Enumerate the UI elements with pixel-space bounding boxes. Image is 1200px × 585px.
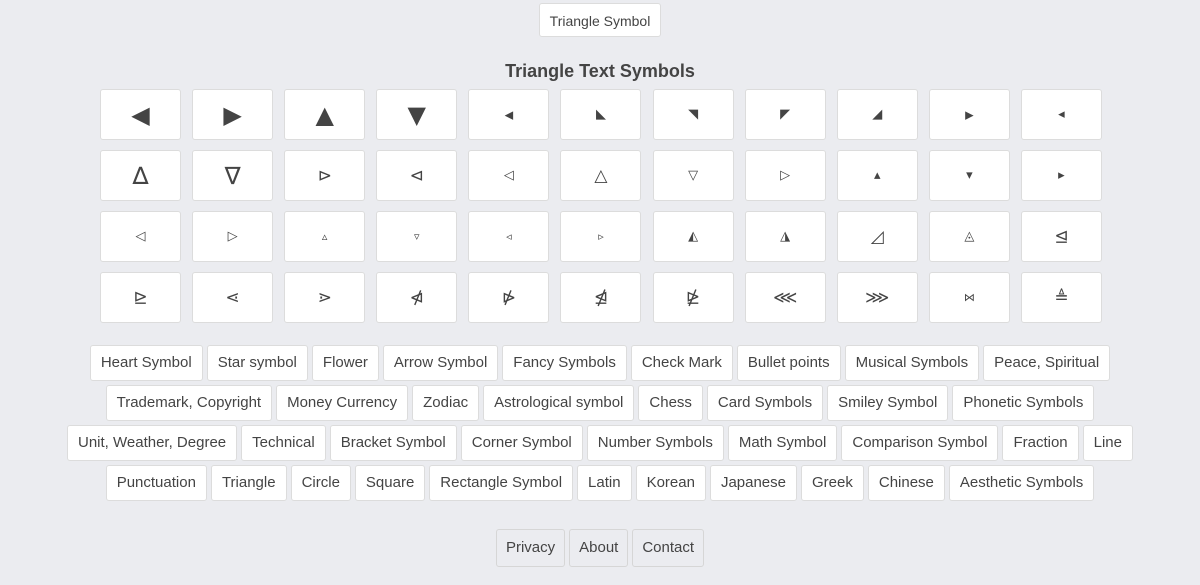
top-bar: Triangle Symbol xyxy=(0,0,1200,37)
symbol-button[interactable]: ▸ xyxy=(928,89,1010,140)
category-link[interactable]: Bracket Symbol xyxy=(329,425,457,461)
category-link[interactable]: Greek xyxy=(801,465,864,501)
category-link[interactable]: Phonetic Symbols xyxy=(952,385,1095,421)
category-tags: Heart Symbol Star symbol Flower Arrow Symbo… xyxy=(50,345,1150,501)
category-link[interactable]: Check Mark xyxy=(630,345,733,381)
category-link[interactable]: Chess xyxy=(638,385,703,421)
symbol-button[interactable]: ≜ xyxy=(1020,272,1102,323)
symbol-button[interactable]: ⊵ xyxy=(100,272,181,323)
symbol-button[interactable]: ⊴ xyxy=(1020,211,1102,262)
triangle-symbol-button[interactable]: Triangle Symbol xyxy=(538,3,662,37)
symbol-button[interactable]: ⋈ xyxy=(928,272,1010,323)
symbol-button[interactable]: ▵ xyxy=(284,211,366,262)
category-link[interactable]: Star symbol xyxy=(206,345,308,381)
category-link[interactable]: Fraction xyxy=(1002,425,1079,461)
category-link[interactable]: Triangle xyxy=(210,465,287,501)
symbol-button[interactable]: ⋗ xyxy=(284,272,366,323)
category-link[interactable]: Japanese xyxy=(709,465,797,501)
category-link[interactable]: Musical Symbols xyxy=(844,345,980,381)
category-link[interactable]: Punctuation xyxy=(105,465,207,501)
symbol-button[interactable]: ▽ xyxy=(652,150,734,201)
symbol-button[interactable]: ▾ xyxy=(928,150,1010,201)
symbol-button[interactable]: ◬ xyxy=(928,211,1010,262)
category-link[interactable]: Heart Symbol xyxy=(89,345,203,381)
symbol-button[interactable]: ◀ xyxy=(100,89,181,140)
category-link[interactable]: Money Currency xyxy=(276,385,409,421)
symbol-button[interactable]: ▹ xyxy=(560,211,642,262)
category-link[interactable]: Bullet points xyxy=(736,345,841,381)
symbol-button[interactable]: ◃ xyxy=(468,211,550,262)
symbol-button[interactable]: ⋪ xyxy=(376,272,458,323)
footer-links: Privacy About Contact xyxy=(0,529,1200,567)
category-link[interactable]: Line xyxy=(1082,425,1133,461)
category-link[interactable]: Zodiac xyxy=(412,385,480,421)
footer-link-about[interactable]: About xyxy=(569,529,629,567)
category-link[interactable]: Aesthetic Symbols xyxy=(948,465,1095,501)
symbol-button[interactable]: ◂ xyxy=(468,89,550,140)
symbol-button[interactable]: ▸ xyxy=(1020,150,1102,201)
category-link[interactable]: Math Symbol xyxy=(727,425,838,461)
symbol-button[interactable]: ▷ xyxy=(192,211,274,262)
tag-row: Unit, Weather, Degree Technical Bracket Sy… xyxy=(50,425,1150,461)
tag-row: Punctuation Triangle Circle Square Rectangle… xyxy=(50,465,1150,501)
symbol-button[interactable]: ▴ xyxy=(836,150,918,201)
symbol-button[interactable]: ⋬ xyxy=(560,272,642,323)
page-title: Triangle Text Symbols xyxy=(505,61,695,81)
category-link[interactable]: Technical xyxy=(241,425,326,461)
category-link[interactable]: Korean xyxy=(635,465,706,501)
symbol-button[interactable]: ▿ xyxy=(376,211,458,262)
category-link[interactable]: Astrological symbol xyxy=(483,385,635,421)
symbol-button[interactable]: ⋫ xyxy=(468,272,550,323)
symbol-button[interactable]: ◂ xyxy=(1020,89,1102,140)
category-link[interactable]: Corner Symbol xyxy=(460,425,583,461)
symbol-button[interactable]: ◢ xyxy=(836,89,918,140)
symbol-button[interactable]: ◣ xyxy=(560,89,642,140)
category-link[interactable]: Square xyxy=(354,465,426,501)
category-link[interactable]: Smiley Symbol xyxy=(827,385,949,421)
symbol-button[interactable]: ◁ xyxy=(468,150,550,201)
category-link[interactable]: Circle xyxy=(290,465,351,501)
symbol-button[interactable]: ⋖ xyxy=(192,272,274,323)
symbol-button[interactable]: ⊳ xyxy=(284,150,366,201)
category-link[interactable]: Chinese xyxy=(867,465,945,501)
symbol-button[interactable]: ▼ xyxy=(376,89,458,140)
tag-row: Heart Symbol Star symbol Flower Arrow Symbo… xyxy=(50,345,1150,381)
category-link[interactable]: Unit, Weather, Degree xyxy=(67,425,238,461)
tag-row: Trademark, Copyright Money Currency Zodiac… xyxy=(50,385,1150,421)
symbol-button[interactable]: ⊲ xyxy=(376,150,458,201)
symbol-button[interactable]: ▶ xyxy=(192,89,274,140)
symbol-button[interactable]: ∇ xyxy=(192,150,274,201)
symbol-button[interactable]: ◮ xyxy=(744,211,826,262)
symbol-button[interactable]: ◁ xyxy=(100,211,181,262)
symbol-button[interactable]: ◿ xyxy=(836,211,918,262)
symbol-button[interactable]: ⋘ xyxy=(744,272,826,323)
symbol-button[interactable]: ◥ xyxy=(652,89,734,140)
category-link[interactable]: Card Symbols xyxy=(706,385,824,421)
symbol-button[interactable]: ∆ xyxy=(100,150,181,201)
category-link[interactable]: Latin xyxy=(577,465,632,501)
category-link[interactable]: Comparison Symbol xyxy=(841,425,999,461)
category-link[interactable]: Peace, Spiritual xyxy=(983,345,1111,381)
footer-link-privacy[interactable]: Privacy xyxy=(495,529,566,567)
symbol-button[interactable]: ◤ xyxy=(744,89,826,140)
category-link[interactable]: Rectangle Symbol xyxy=(429,465,574,501)
symbol-button[interactable]: ▲ xyxy=(284,89,366,140)
footer-link-contact[interactable]: Contact xyxy=(632,529,705,567)
symbol-button[interactable]: △ xyxy=(560,150,642,201)
category-link[interactable]: Flower xyxy=(311,345,379,381)
category-link[interactable]: Trademark, Copyright xyxy=(105,385,273,421)
symbol-button[interactable]: ⋙ xyxy=(836,272,918,323)
symbol-button[interactable]: ▷ xyxy=(744,150,826,201)
symbol-button[interactable]: ◭ xyxy=(652,211,734,262)
category-link[interactable]: Number Symbols xyxy=(586,425,724,461)
category-link[interactable]: Fancy Symbols xyxy=(502,345,627,381)
symbol-button[interactable]: ⋭ xyxy=(652,272,734,323)
category-link[interactable]: Arrow Symbol xyxy=(382,345,499,381)
symbol-grid: ◀ ▶ ▲ ▼ ◂ ◣ ◥ ◤ ◢ ▸ ◂ ∆ ∇ ⊳ ⊲ ◁ △ ▽ ▷ ▴ ▾ ▸ ◁ ▷ ▵ ▿ ◃ ▹ ◭ ◮ ◿ ◬ ⊴ ⊵ ⋖ ⋗ ⋪ ⋫ ⋬ ⋭… xyxy=(98,89,1102,323)
